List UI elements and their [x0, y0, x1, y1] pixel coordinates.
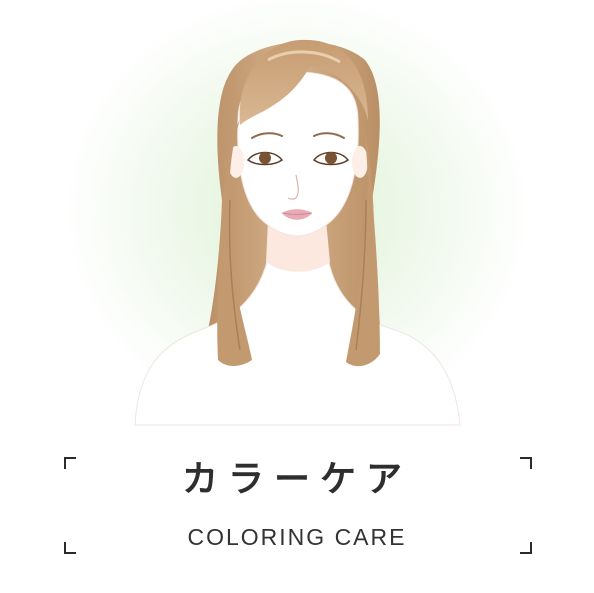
- english-title: COLORING CARE: [187, 524, 407, 550]
- right-iris: [325, 152, 337, 164]
- card: カラーケア COLORING CARE: [0, 0, 594, 593]
- woman-illustration: [134, 39, 461, 426]
- shoulders: [134, 257, 461, 426]
- right-ear: [352, 146, 368, 178]
- left-iris: [259, 152, 271, 164]
- japanese-title: カラーケア: [181, 459, 412, 500]
